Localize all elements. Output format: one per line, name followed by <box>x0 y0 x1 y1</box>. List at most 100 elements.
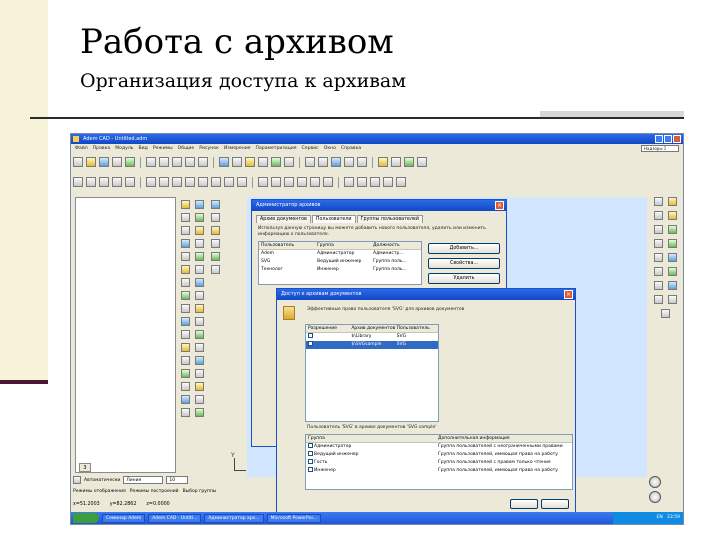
col-group[interactable]: Группа <box>306 435 436 442</box>
group-checkbox[interactable] <box>308 459 313 464</box>
tool-render-icon[interactable] <box>181 369 190 378</box>
tab-archive[interactable]: Архив документов <box>256 215 311 223</box>
menu-drawing[interactable]: Рисунок <box>199 144 219 153</box>
dim-radius-icon[interactable] <box>284 177 294 187</box>
rt-hex-icon[interactable] <box>653 225 663 234</box>
tool-shell-icon[interactable] <box>181 317 190 326</box>
col-group[interactable]: Группа <box>315 242 371 249</box>
section-icon[interactable] <box>383 177 393 187</box>
color-icon[interactable] <box>404 157 414 167</box>
rt-flag-icon[interactable] <box>667 267 677 276</box>
tool-array-icon[interactable] <box>195 278 204 287</box>
table-row[interactable]: SVG Ведущий инженер Группа поль... <box>259 258 421 266</box>
user-properties-button[interactable]: Свойства... <box>428 258 500 269</box>
auto-icon[interactable] <box>73 476 81 484</box>
tool-hole-icon[interactable] <box>195 317 204 326</box>
minimize-icon[interactable] <box>655 135 663 143</box>
menu-window[interactable]: Окно <box>324 144 336 153</box>
tool-attr-icon[interactable] <box>195 395 204 404</box>
menu-modes[interactable]: Режимы <box>153 144 173 153</box>
tool-copy-icon[interactable] <box>195 265 204 274</box>
tool-circle-icon[interactable] <box>181 213 190 222</box>
cube-icon[interactable] <box>357 177 367 187</box>
menu-file[interactable]: Файл <box>75 144 88 153</box>
table-icon[interactable] <box>284 157 294 167</box>
close-icon[interactable]: × <box>564 290 573 299</box>
save-icon[interactable] <box>99 157 109 167</box>
tool-rib-icon[interactable] <box>195 330 204 339</box>
col-user[interactable]: Пользователь <box>259 242 315 249</box>
tool-boolean-icon[interactable] <box>181 343 190 352</box>
tool-offset-icon[interactable] <box>181 239 190 248</box>
tool-loft-icon[interactable] <box>195 304 204 313</box>
archive-icon[interactable] <box>245 157 255 167</box>
group-icon[interactable] <box>378 157 388 167</box>
menu-service[interactable]: Сервис <box>302 144 319 153</box>
rt-square-icon[interactable] <box>653 211 663 220</box>
tool-extrude-icon[interactable] <box>181 291 190 300</box>
start-button[interactable] <box>73 513 99 523</box>
close-icon[interactable] <box>673 135 681 143</box>
axis-icon[interactable] <box>344 177 354 187</box>
spin-icon[interactable] <box>649 491 661 503</box>
maximize-icon[interactable] <box>664 135 672 143</box>
rt-globe-icon[interactable] <box>667 253 677 262</box>
task-archive-admin[interactable]: Администратор арх... <box>204 513 264 523</box>
tool-measure-icon[interactable] <box>181 356 190 365</box>
rt-sun-icon[interactable] <box>667 225 677 234</box>
ok-button[interactable] <box>510 499 538 509</box>
menu-general[interactable]: Общие <box>178 144 195 153</box>
document-selector[interactable]: Надзоры 1 <box>641 145 679 152</box>
detail-icon[interactable] <box>396 177 406 187</box>
snap-end-icon[interactable] <box>99 177 109 187</box>
line-icon[interactable] <box>146 177 156 187</box>
tool-layer-icon[interactable] <box>181 382 190 391</box>
undo-icon[interactable] <box>198 157 208 167</box>
view-icon[interactable] <box>370 177 380 187</box>
tool-arc-icon[interactable] <box>195 213 204 222</box>
tool-list-icon[interactable] <box>181 408 190 417</box>
menu-module[interactable]: Модуль <box>115 144 133 153</box>
tab-groups[interactable]: Группы пользователей <box>356 215 424 223</box>
snap-grid-icon[interactable] <box>73 177 83 187</box>
open-folder-icon[interactable] <box>86 157 96 167</box>
rt-curve-icon[interactable] <box>653 239 663 248</box>
tool-hide-icon[interactable] <box>211 265 220 274</box>
delete-user-button[interactable]: Удалить <box>428 273 500 284</box>
dim-angle-icon[interactable] <box>271 177 281 187</box>
tool-fillet-icon[interactable] <box>195 226 204 235</box>
tool-block-icon[interactable] <box>181 395 190 404</box>
table-row[interactable]: Администратор Группа пользователей с нео… <box>306 443 572 451</box>
mode-select[interactable]: Выбор группы <box>183 489 217 494</box>
print-icon[interactable] <box>112 157 122 167</box>
tab-users[interactable]: Пользователи <box>311 215 356 223</box>
tool-move-icon[interactable] <box>181 265 190 274</box>
menu-edit[interactable]: Правка <box>93 144 110 153</box>
tool-check-icon[interactable] <box>195 356 204 365</box>
task-seminar[interactable]: Семинар Adem <box>102 513 146 523</box>
rt-pin-icon[interactable] <box>667 239 677 248</box>
pan-icon[interactable] <box>318 157 328 167</box>
help-icon[interactable] <box>417 157 427 167</box>
roughness-icon[interactable] <box>323 177 333 187</box>
task-adem-cad[interactable]: Adem CAD - Untitl... <box>148 513 202 523</box>
tool-contour-icon[interactable] <box>181 226 190 235</box>
hatch-icon[interactable] <box>237 177 247 187</box>
col-user[interactable]: Пользователь <box>395 325 438 332</box>
rt-x-icon[interactable] <box>653 281 663 290</box>
rt-bulb-icon[interactable] <box>667 211 677 220</box>
menu-param[interactable]: Параметризация <box>256 144 297 153</box>
rt-arrow-icon[interactable] <box>653 197 663 206</box>
tool-thread-icon[interactable] <box>181 330 190 339</box>
tool-trim-icon[interactable] <box>195 239 204 248</box>
tool-extend-icon[interactable] <box>181 252 190 261</box>
rt-pen-icon[interactable] <box>653 253 663 262</box>
line-width-select[interactable]: 10 <box>166 476 189 484</box>
table-row[interactable]: Технолог Инженер Группа поль... <box>259 266 421 274</box>
col-permission[interactable]: Разрешение <box>306 325 349 332</box>
tool-revolve-icon[interactable] <box>195 291 204 300</box>
snap-mid-icon[interactable] <box>112 177 122 187</box>
rectangle-icon[interactable] <box>159 177 169 187</box>
tool-zoom-window-icon[interactable] <box>211 226 220 235</box>
snap-node-icon[interactable] <box>86 177 96 187</box>
